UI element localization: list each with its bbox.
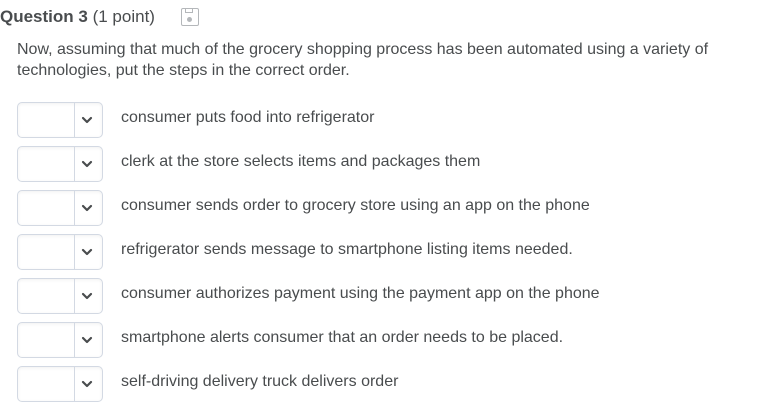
ordering-item-label: self-driving delivery truck delivers ord…	[121, 373, 399, 390]
ordering-item-label: refrigerator sends message to smartphone…	[121, 241, 573, 258]
ordering-item: consumer authorizes payment using the pa…	[17, 278, 600, 314]
ordering-item: clerk at the store selects items and pac…	[17, 146, 480, 182]
ordering-item: self-driving delivery truck delivers ord…	[17, 366, 398, 402]
chevron-down-icon	[81, 292, 93, 300]
ordering-item-label: consumer sends order to grocery store us…	[121, 197, 590, 214]
chevron-down-icon	[81, 204, 93, 212]
order-select[interactable]	[17, 366, 103, 402]
ordering-item: consumer puts food into refrigerator	[17, 102, 374, 138]
ordering-item-label: clerk at the store selects items and pac…	[121, 153, 481, 170]
question-points: (1 point)	[92, 7, 155, 26]
ordering-item: consumer sends order to grocery store us…	[17, 190, 590, 226]
order-select[interactable]	[17, 190, 103, 226]
order-select[interactable]	[17, 146, 103, 182]
ordering-item-label: smartphone alerts consumer that an order…	[121, 329, 564, 346]
ordering-item-label: consumer puts food into refrigerator	[121, 109, 375, 126]
chevron-down-icon	[81, 248, 93, 256]
question-page: Question 3 (1 point) Now, assuming that …	[0, 0, 775, 418]
order-select[interactable]	[17, 322, 103, 358]
ordering-item: refrigerator sends message to smartphone…	[17, 234, 573, 270]
question-title: Question 3 (1 point)	[0, 7, 155, 27]
ordering-item-label: consumer authorizes payment using the pa…	[121, 285, 600, 302]
order-select[interactable]	[17, 234, 103, 270]
save-icon[interactable]	[180, 8, 199, 26]
chevron-down-icon	[81, 160, 93, 168]
order-select[interactable]	[17, 102, 103, 138]
order-select[interactable]	[17, 278, 103, 314]
question-number: Question 3	[0, 7, 88, 26]
chevron-down-icon	[81, 116, 93, 124]
question-prompt: Now, assuming that much of the grocery s…	[17, 41, 709, 79]
question-header: Question 3 (1 point)	[0, 5, 199, 29]
chevron-down-icon	[81, 380, 93, 388]
ordering-item: smartphone alerts consumer that an order…	[17, 322, 563, 358]
chevron-down-icon	[81, 336, 93, 344]
